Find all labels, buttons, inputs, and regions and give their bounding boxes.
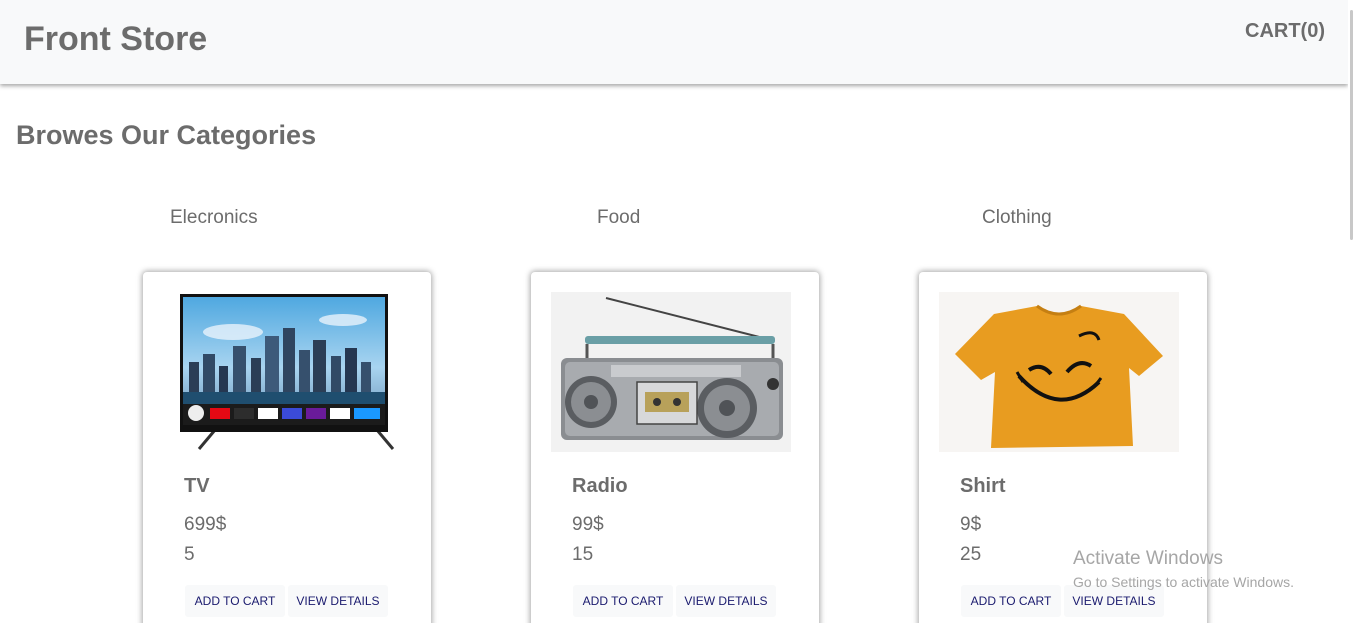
product-name: Shirt bbox=[960, 475, 1006, 497]
section-title: Browes Our Categories bbox=[16, 120, 317, 150]
product-name: Radio bbox=[572, 475, 628, 497]
category-clothing[interactable]: Clothing bbox=[982, 207, 1052, 229]
product-quantity: 5 bbox=[184, 544, 195, 565]
product-price: 9$ bbox=[960, 514, 982, 535]
product-card: TV 699$ 5 ADD TO CART VIEW DETAILS bbox=[143, 272, 431, 623]
view-details-button[interactable]: VIEW DETAILS bbox=[676, 585, 776, 617]
product-name: TV bbox=[184, 475, 210, 497]
category-food[interactable]: Food bbox=[597, 207, 640, 229]
product-price: 99$ bbox=[572, 514, 604, 535]
brand-logo-link[interactable]: Front Store bbox=[24, 20, 207, 59]
cart-link[interactable]: CART(0) bbox=[1245, 20, 1325, 43]
activate-windows-subtitle: Go to Settings to activate Windows. bbox=[1073, 574, 1294, 590]
scrollbar-thumb[interactable] bbox=[1350, 10, 1353, 240]
radio-image bbox=[551, 292, 791, 452]
product-quantity: 25 bbox=[960, 544, 982, 565]
view-details-button[interactable]: VIEW DETAILS bbox=[288, 585, 388, 617]
shirt-image bbox=[939, 292, 1179, 452]
page-scrollbar[interactable] bbox=[1348, 0, 1354, 623]
activate-windows-title: Activate Windows bbox=[1073, 548, 1223, 569]
add-to-cart-button[interactable]: ADD TO CART bbox=[185, 585, 285, 617]
product-card: Shirt 9$ 25 ADD TO CART VIEW DETAILS bbox=[919, 272, 1207, 623]
tv-image bbox=[163, 292, 403, 452]
product-quantity: 15 bbox=[572, 544, 594, 565]
navbar: Front Store CART(0) bbox=[0, 0, 1348, 84]
product-price: 699$ bbox=[184, 514, 227, 535]
add-to-cart-button[interactable]: ADD TO CART bbox=[961, 585, 1061, 617]
product-card: Radio 99$ 15 ADD TO CART VIEW DETAILS bbox=[531, 272, 819, 623]
category-electronics[interactable]: Elecronics bbox=[170, 207, 258, 229]
add-to-cart-button[interactable]: ADD TO CART bbox=[573, 585, 673, 617]
